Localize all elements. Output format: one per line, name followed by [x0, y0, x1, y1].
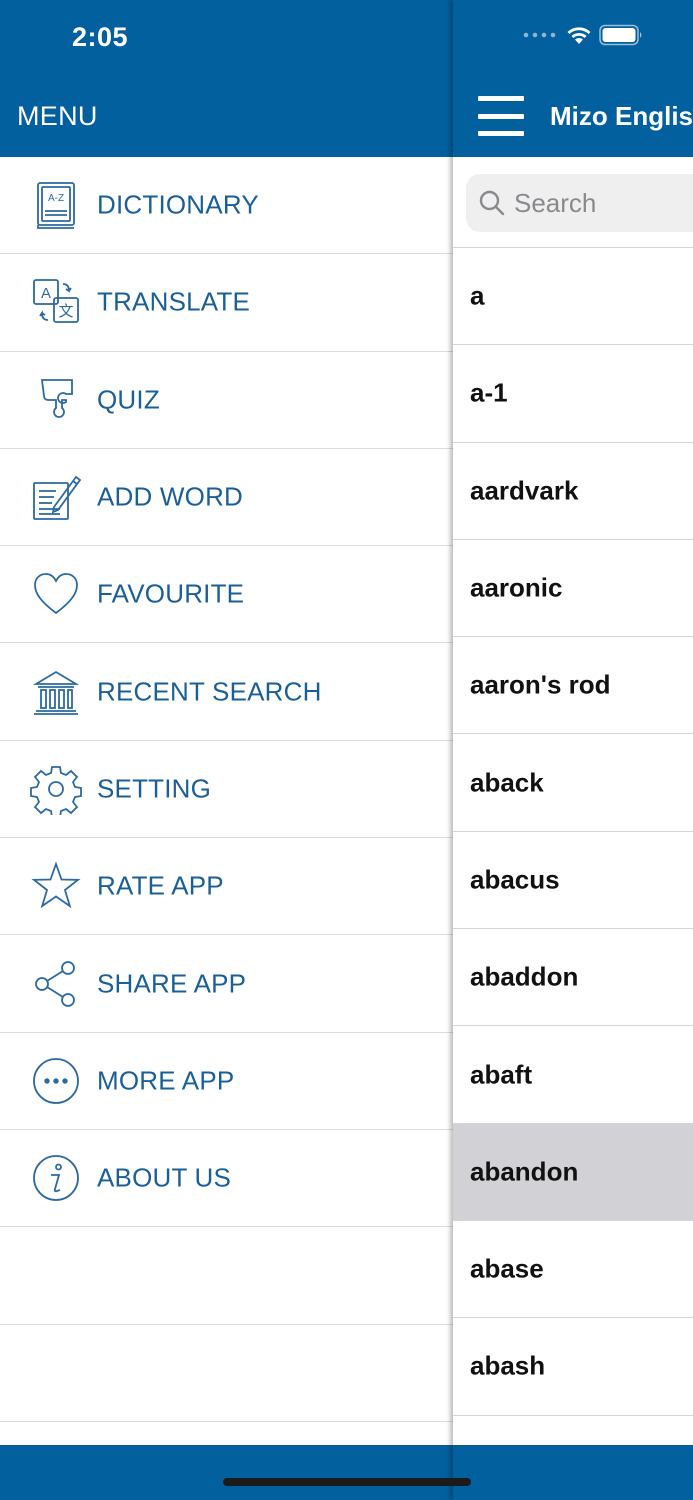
word-text: aback — [470, 767, 544, 798]
word-row[interactable]: abaddon — [453, 929, 693, 1027]
menu-item-label: MORE APP — [97, 1065, 235, 1096]
word-text: aaron's rod — [470, 669, 611, 700]
dictionary-book-icon: A-Z — [30, 179, 82, 231]
search-field[interactable] — [466, 174, 693, 232]
menu-item-label: TRANSLATE — [97, 286, 251, 317]
menu-item-label: SHARE APP — [97, 968, 247, 999]
heart-icon — [30, 568, 82, 620]
star-icon — [30, 860, 82, 912]
home-indicator[interactable] — [223, 1478, 471, 1486]
menu-empty-row — [0, 1227, 453, 1325]
word-row[interactable]: abacus — [453, 831, 693, 930]
hamburger-line — [478, 131, 524, 136]
menu-item-dictionary[interactable]: A-Z DICTIONARY — [0, 157, 453, 255]
word-row[interactable]: abase — [453, 1220, 693, 1319]
menu-item-more-app[interactable]: MORE APP — [0, 1033, 453, 1130]
app-title: Mizo English — [550, 101, 693, 131]
battery-icon — [599, 24, 642, 46]
word-text: aardvark — [470, 475, 579, 506]
menu-item-label: SETTING — [97, 773, 212, 804]
word-row[interactable]: a-1 — [453, 345, 693, 443]
status-icons — [523, 24, 645, 46]
side-menu-drawer: 2:05 MENU A-Z DICTIONARY A 文 TRANSLATE Q… — [0, 0, 453, 1500]
menu-item-label: ABOUT US — [97, 1162, 232, 1193]
wifi-icon — [567, 27, 591, 44]
building-icon — [30, 666, 82, 718]
word-text: abase — [470, 1253, 544, 1284]
menu-toggle-button[interactable] — [478, 96, 524, 136]
word-row[interactable]: aaronic — [453, 539, 693, 638]
menu-item-label: ADD WORD — [97, 481, 244, 512]
menu-item-recent-search[interactable]: RECENT SEARCH — [0, 643, 453, 741]
word-row[interactable]: aardvark — [453, 442, 693, 540]
search-bar — [453, 157, 693, 248]
search-icon — [479, 190, 505, 216]
word-row[interactable]: abaft — [453, 1026, 693, 1124]
word-row[interactable]: abash — [453, 1318, 693, 1416]
hamburger-line — [478, 96, 524, 101]
word-text: a — [470, 280, 485, 311]
menu-title: MENU — [17, 101, 98, 131]
menu-item-label: RATE APP — [97, 870, 224, 901]
menu-item-setting[interactable]: SETTING — [0, 741, 453, 839]
menu-item-favourite[interactable]: FAVOURITE — [0, 546, 453, 644]
word-row[interactable]: a — [453, 248, 693, 346]
menu-item-label: RECENT SEARCH — [97, 676, 322, 707]
menu-item-label: QUIZ — [97, 384, 160, 415]
hamburger-line — [478, 113, 524, 119]
svg-text:文: 文 — [58, 303, 73, 320]
word-row[interactable]: aback — [453, 734, 693, 832]
word-text: abacus — [470, 864, 560, 895]
menu-list: A-Z DICTIONARY A 文 TRANSLATE QUIZ ADD WO… — [0, 157, 453, 1422]
edit-note-icon — [30, 471, 82, 523]
menu-item-translate[interactable]: A 文 TRANSLATE — [0, 254, 453, 352]
word-row[interactable]: aaron's rod — [453, 637, 693, 735]
signal-dots-icon — [523, 32, 556, 38]
word-text: abash — [470, 1350, 546, 1381]
menu-item-about-us[interactable]: ABOUT US — [0, 1130, 453, 1228]
word-text: abaddon — [470, 961, 579, 992]
info-icon — [30, 1152, 82, 1204]
menu-item-label: DICTIONARY — [97, 189, 259, 220]
menu-item-share-app[interactable]: SHARE APP — [0, 935, 453, 1033]
word-text: aaronic — [470, 572, 563, 603]
svg-text:A-Z: A-Z — [48, 193, 64, 204]
search-input[interactable] — [514, 187, 693, 219]
puzzle-icon — [30, 374, 82, 426]
word-row-selected[interactable]: abandon — [453, 1123, 693, 1221]
navigation-bar: Mizo English — [453, 0, 693, 157]
status-time: 2:05 — [72, 22, 129, 52]
svg-text:A: A — [41, 285, 51, 302]
menu-bottom-bar — [0, 1445, 453, 1500]
word-list: a a-1 aardvark aaronic aaron's rod aback… — [453, 248, 693, 1416]
translate-icon: A 文 — [30, 276, 82, 328]
menu-item-label: FAVOURITE — [97, 578, 245, 609]
word-text: a-1 — [470, 377, 508, 408]
menu-item-quiz[interactable]: QUIZ — [0, 352, 453, 449]
dictionary-main-screen[interactable]: Mizo English a a-1 aardvark aaronic aaro… — [453, 0, 693, 1500]
share-icon — [30, 958, 82, 1010]
word-text: abaft — [470, 1059, 533, 1090]
word-text: abandon — [470, 1156, 579, 1187]
menu-header: 2:05 MENU — [0, 0, 453, 157]
menu-item-add-word[interactable]: ADD WORD — [0, 449, 453, 547]
main-bottom-bar — [453, 1445, 693, 1500]
menu-item-rate-app[interactable]: RATE APP — [0, 838, 453, 936]
menu-empty-row — [0, 1325, 453, 1422]
gear-icon — [30, 763, 82, 815]
more-dots-icon — [30, 1055, 82, 1107]
